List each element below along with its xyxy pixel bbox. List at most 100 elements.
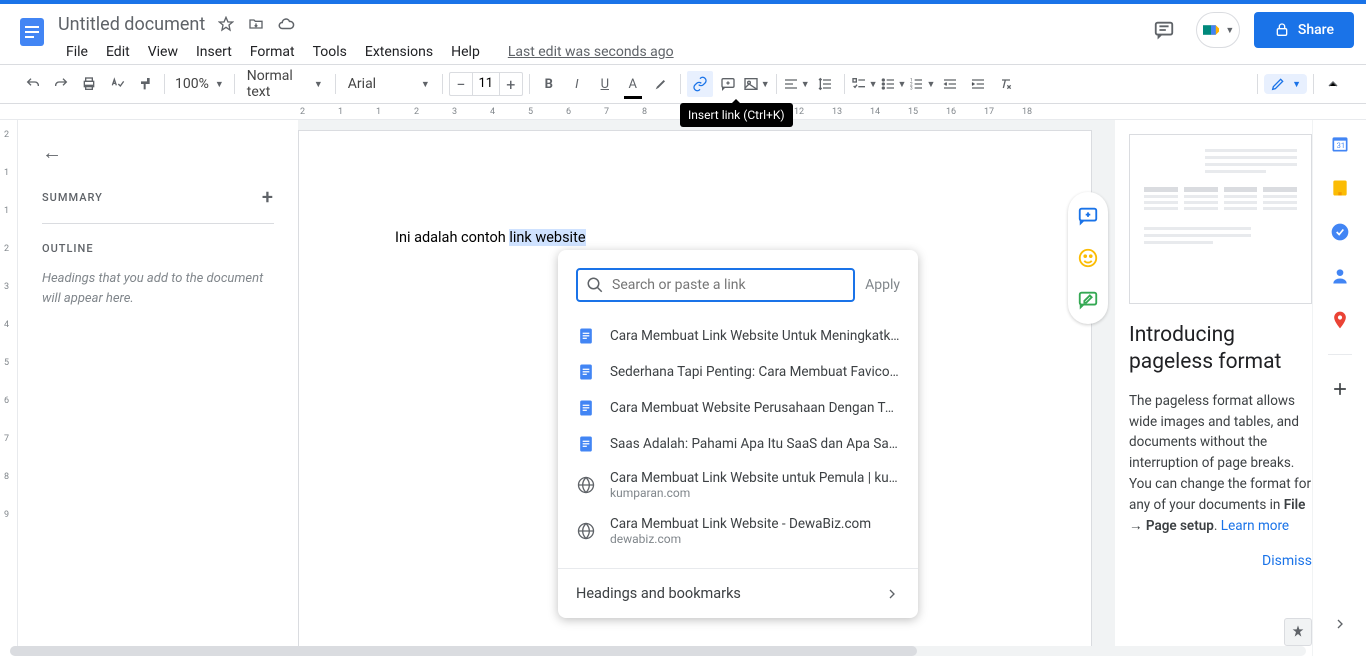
menu-help[interactable]: Help	[443, 40, 488, 64]
calendar-icon[interactable]: 31	[1330, 134, 1350, 154]
app-header: Untitled document File Edit View Insert …	[0, 4, 1366, 64]
print-button[interactable]	[76, 71, 102, 97]
tooltip: Insert link (Ctrl+K)	[680, 103, 793, 127]
checklist-button[interactable]: ▼	[851, 71, 878, 97]
cloud-status-icon[interactable]	[277, 15, 295, 33]
link-suggestion[interactable]: Cara Membuat Link Website - DewaBiz.comd…	[576, 508, 900, 554]
editing-mode-button[interactable]: ▼	[1264, 74, 1307, 94]
learn-more-link[interactable]: Learn more	[1221, 518, 1289, 534]
globe-icon	[576, 475, 596, 495]
svg-text:31: 31	[1336, 141, 1344, 150]
back-arrow-icon[interactable]: ←	[42, 140, 274, 165]
decrease-font-button[interactable]: −	[450, 75, 472, 94]
highlight-button[interactable]	[648, 71, 674, 97]
document-text[interactable]: Ini adalah contoh link website	[395, 230, 586, 246]
paint-format-button[interactable]	[132, 71, 158, 97]
doc-icon	[576, 434, 596, 454]
document-title[interactable]: Untitled document	[58, 14, 205, 35]
font-size-value[interactable]: 11	[472, 73, 500, 95]
star-icon[interactable]	[217, 15, 235, 33]
bold-button[interactable]: B	[536, 71, 562, 97]
svg-text:3: 3	[910, 85, 913, 91]
maps-icon[interactable]	[1330, 310, 1350, 330]
numbered-list-button[interactable]: 123▼	[908, 71, 935, 97]
document-canvas[interactable]: Ini adalah contoh link website Apply Car…	[298, 120, 1114, 656]
menu-tools[interactable]: Tools	[305, 40, 355, 64]
emoji-reaction-button[interactable]	[1074, 244, 1102, 272]
side-apps-panel: 31	[1312, 120, 1366, 656]
menu-file[interactable]: File	[58, 40, 96, 64]
side-action-bar	[1068, 192, 1108, 324]
zoom-select[interactable]: 100%▼	[171, 76, 228, 92]
insert-link-button[interactable]	[687, 71, 713, 97]
redo-button[interactable]	[48, 71, 74, 97]
add-comment-button[interactable]	[715, 71, 741, 97]
font-select[interactable]: Arial▼	[342, 76, 436, 92]
chevron-down-icon: ▼	[1225, 25, 1234, 36]
hide-side-panel-button[interactable]	[1332, 616, 1348, 636]
suggestion-title: Cara Membuat Link Website untuk Pemula |…	[610, 470, 900, 486]
tasks-icon[interactable]	[1330, 222, 1350, 242]
align-button[interactable]: ▼	[783, 71, 810, 97]
decrease-indent-button[interactable]	[937, 71, 963, 97]
underline-button[interactable]: U	[592, 71, 618, 97]
info-panel-title: Introducing pageless format	[1129, 322, 1312, 377]
move-icon[interactable]	[247, 15, 265, 33]
font-size-stepper[interactable]: − 11 +	[449, 72, 523, 96]
insert-image-button[interactable]: ▼	[743, 71, 770, 97]
horizontal-scrollbar[interactable]	[10, 646, 1306, 656]
doc-icon	[576, 326, 596, 346]
meet-button[interactable]: ▼	[1196, 12, 1240, 48]
menu-view[interactable]: View	[140, 40, 186, 64]
outline-heading: OUTLINE	[42, 242, 274, 255]
line-spacing-button[interactable]	[812, 71, 838, 97]
menu-extensions[interactable]: Extensions	[357, 40, 441, 64]
contacts-icon[interactable]	[1330, 266, 1350, 286]
search-icon	[586, 276, 604, 294]
spellcheck-button[interactable]	[104, 71, 130, 97]
add-summary-button[interactable]: +	[262, 185, 274, 209]
suggestion-title: Cara Membuat Website Perusahaan Dengan T…	[610, 400, 900, 416]
link-search-input[interactable]	[612, 277, 845, 293]
share-button[interactable]: Share	[1254, 12, 1354, 48]
italic-button[interactable]: I	[564, 71, 590, 97]
add-comment-side-button[interactable]	[1074, 202, 1102, 230]
headings-bookmarks-label: Headings and bookmarks	[576, 585, 741, 602]
last-edit-link[interactable]: Last edit was seconds ago	[508, 44, 674, 60]
pageless-preview	[1129, 134, 1312, 304]
paragraph-style-select[interactable]: Normal text▼	[241, 68, 329, 100]
suggestion-title: Saas Adalah: Pahami Apa Itu SaaS dan Apa…	[610, 436, 900, 452]
dismiss-button[interactable]: Dismiss	[1262, 553, 1312, 569]
menu-format[interactable]: Format	[242, 40, 303, 64]
collapse-toolbar-button[interactable]	[1320, 71, 1346, 97]
link-suggestion[interactable]: Cara Membuat Link Website Untuk Meningka…	[576, 318, 900, 354]
bulleted-list-button[interactable]: ▼	[880, 71, 907, 97]
link-suggestion[interactable]: Cara Membuat Link Website untuk Pemula |…	[576, 462, 900, 508]
text-color-button[interactable]: A	[620, 71, 646, 97]
vertical-ruler[interactable]: 21123456789	[0, 120, 18, 656]
globe-icon	[576, 521, 596, 541]
keep-icon[interactable]	[1330, 178, 1350, 198]
docs-logo-icon[interactable]	[12, 12, 52, 52]
increase-indent-button[interactable]	[965, 71, 991, 97]
link-suggestion[interactable]: Cara Membuat Website Perusahaan Dengan T…	[576, 390, 900, 426]
comments-history-icon[interactable]	[1146, 12, 1182, 48]
link-suggestion[interactable]: Sederhana Tapi Penting: Cara Membuat Fav…	[576, 354, 900, 390]
insert-link-popup: Apply Cara Membuat Link Website Untuk Me…	[558, 250, 918, 618]
suggest-edits-button[interactable]	[1074, 286, 1102, 314]
link-suggestion[interactable]: Saas Adalah: Pahami Apa Itu SaaS dan Apa…	[576, 426, 900, 462]
menu-insert[interactable]: Insert	[188, 40, 240, 64]
increase-font-button[interactable]: +	[500, 75, 522, 94]
outline-panel: ← SUMMARY + OUTLINE Headings that you ad…	[18, 120, 298, 656]
menu-edit[interactable]: Edit	[98, 40, 138, 64]
add-apps-button[interactable]	[1330, 379, 1350, 399]
headings-bookmarks-row[interactable]: Headings and bookmarks	[558, 568, 918, 618]
explore-button[interactable]	[1284, 618, 1312, 646]
undo-button[interactable]	[20, 71, 46, 97]
menu-bar: File Edit View Insert Format Tools Exten…	[58, 40, 1146, 64]
info-panel: Introducing pageless format The pageless…	[1114, 120, 1312, 656]
toolbar: 100%▼ Normal text▼ Arial▼ − 11 + B I U A…	[0, 64, 1366, 104]
clear-formatting-button[interactable]	[993, 71, 1019, 97]
link-search-wrap[interactable]	[576, 268, 855, 302]
apply-button[interactable]: Apply	[865, 277, 900, 293]
